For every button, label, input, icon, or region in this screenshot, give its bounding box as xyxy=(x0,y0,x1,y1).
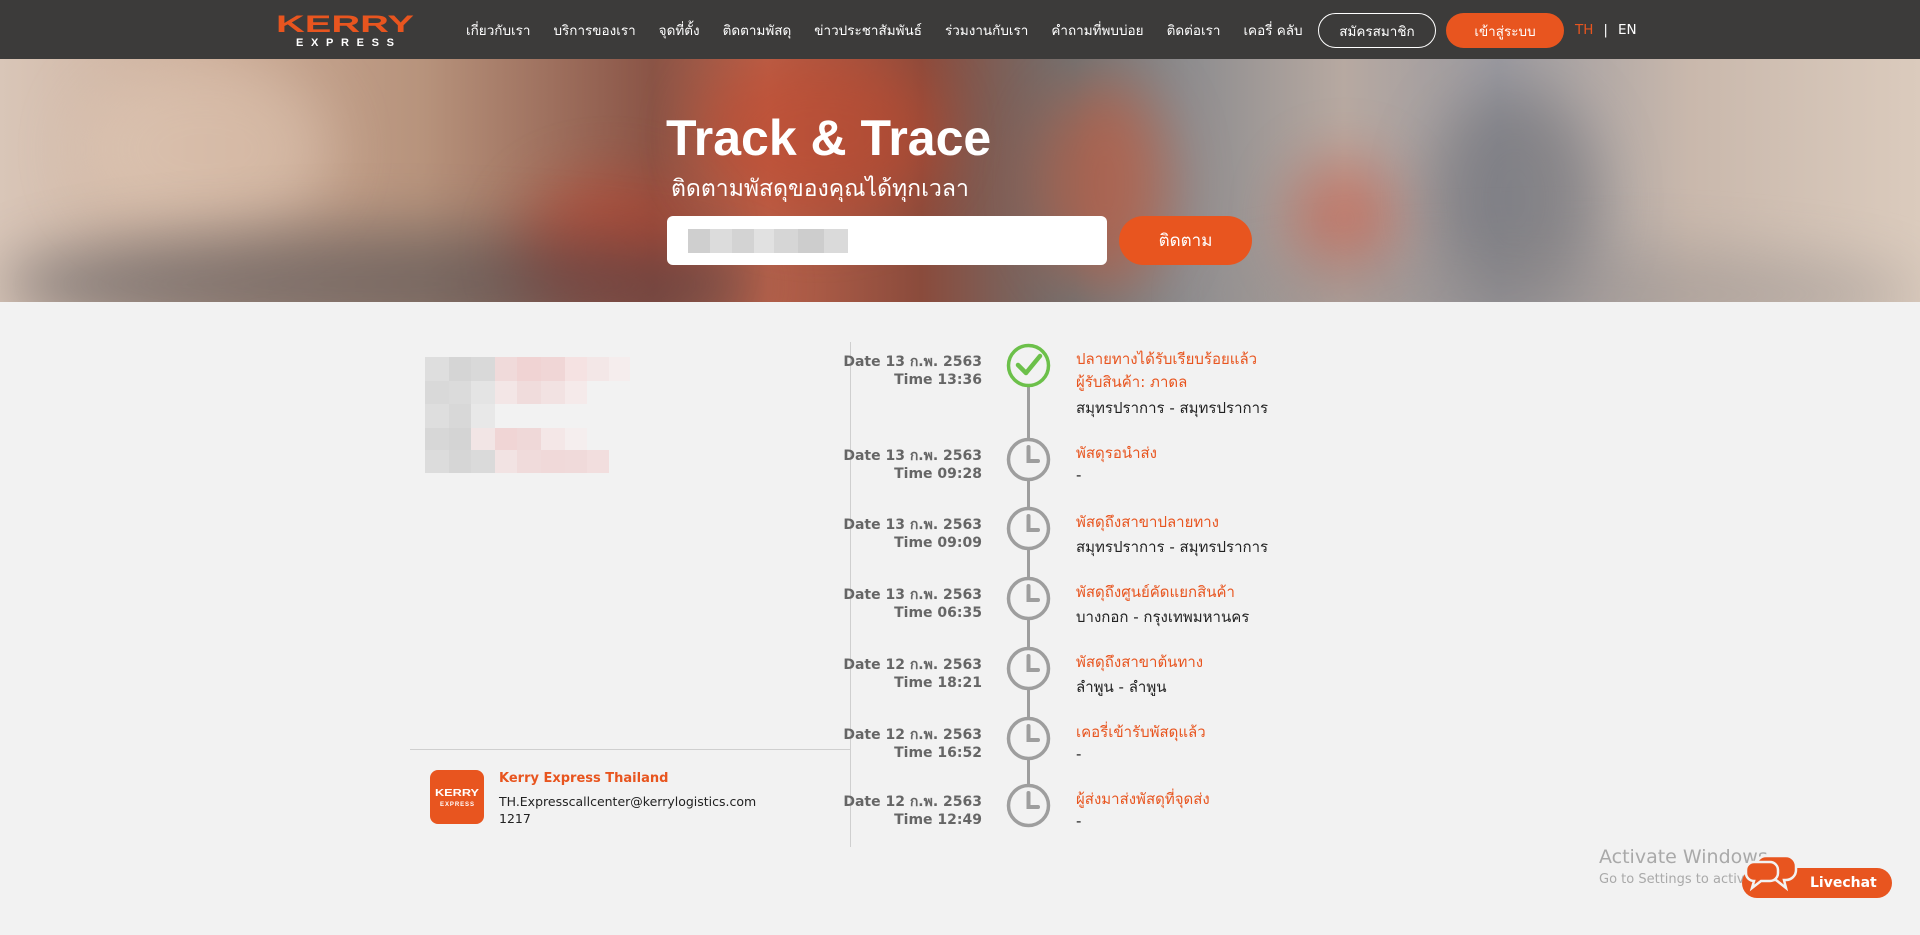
svg-text:EXPRESS: EXPRESS xyxy=(440,802,474,808)
main-nav: เกี่ยวกับเรา บริการของเรา จุดที่ตั้ง ติด… xyxy=(466,0,1326,59)
event-date: Date 13 ก.พ. 2563 xyxy=(843,587,982,603)
event-status: พัสดุถึงศูนย์คัดแยกสินค้า xyxy=(1076,583,1235,601)
event-status: พัสดุรอนำส่ง xyxy=(1076,444,1158,462)
nav-item-contact[interactable]: ติดต่อเรา xyxy=(1167,19,1221,41)
lang-en-link[interactable]: EN xyxy=(1618,22,1637,38)
event-date: Date 13 ก.พ. 2563 xyxy=(843,354,982,370)
event-time: Time 18:21 xyxy=(894,675,982,691)
clock-icon xyxy=(1006,437,1051,482)
event-time: Time 16:52 xyxy=(894,745,982,761)
event-status: พัสดุถึงสาขาปลายทาง xyxy=(1076,513,1220,531)
section-divider xyxy=(410,749,850,750)
check-circle-icon xyxy=(1006,343,1051,388)
event-date: Date 12 ก.พ. 2563 xyxy=(843,727,982,743)
top-navbar: KERRY EXPRESS เกี่ยวกับเรา บริการของเรา … xyxy=(0,0,1920,59)
event-status: เคอรี่เข้ารับพัสดุแล้ว xyxy=(1076,723,1206,741)
event-time: Time 12:49 xyxy=(894,812,982,828)
event-location: สมุทรปราการ - สมุทรปราการ xyxy=(1076,538,1269,556)
company-email[interactable]: TH.Expresscallcenter@kerrylogistics.com xyxy=(499,794,756,809)
chat-bubbles-icon[interactable] xyxy=(1742,852,1800,896)
clock-icon xyxy=(1006,506,1051,551)
lang-th-link[interactable]: TH xyxy=(1575,22,1593,38)
nav-item-about[interactable]: เกี่ยวกับเรา xyxy=(466,19,530,41)
redacted-tracking-number xyxy=(688,229,848,253)
clock-icon xyxy=(1006,646,1051,691)
nav-item-tracking[interactable]: ติดตามพัสดุ xyxy=(723,19,792,41)
clock-icon xyxy=(1006,576,1051,621)
lang-separator: | xyxy=(1603,21,1608,38)
event-status: พัสดุถึงสาขาต้นทาง xyxy=(1076,653,1204,671)
track-button[interactable]: ติดตาม xyxy=(1119,216,1252,265)
company-phone[interactable]: 1217 xyxy=(499,811,531,826)
event-time: Time 06:35 xyxy=(894,605,982,621)
event-time: Time 13:36 xyxy=(894,372,982,388)
kerry-express-logo[interactable]: KERRY EXPRESS xyxy=(276,11,416,49)
svg-text:KERRY: KERRY xyxy=(435,788,479,799)
redacted-shipment-info xyxy=(425,357,630,473)
event-date: Date 12 ก.พ. 2563 xyxy=(843,657,982,673)
event-location: ลำพูน - ลำพูน xyxy=(1076,678,1167,696)
event-status: ปลายทางได้รับเรียบร้อยแล้ว xyxy=(1076,350,1258,368)
clock-icon xyxy=(1006,783,1051,828)
hero-bg-blob xyxy=(80,59,330,239)
event-time: Time 09:28 xyxy=(894,466,982,482)
register-button[interactable]: สมัครสมาชิก xyxy=(1318,13,1436,48)
hero-banner: Track & Trace ติดตามพัสดุของคุณได้ทุกเวล… xyxy=(0,59,1920,302)
logo-express-text: EXPRESS xyxy=(296,37,394,49)
tracking-number-input[interactable] xyxy=(667,216,1107,265)
nav-item-services[interactable]: บริการของเรา xyxy=(553,19,635,41)
event-location: สมุทรปราการ - สมุทรปราการ xyxy=(1076,399,1269,417)
logo-kerry-text: KERRY xyxy=(276,11,414,38)
company-name: Kerry Express Thailand xyxy=(499,771,669,786)
login-button[interactable]: เข้าสู่ระบบ xyxy=(1446,13,1564,48)
nav-item-faq[interactable]: คำถามที่พบบ่อย xyxy=(1051,19,1143,41)
nav-item-careers[interactable]: ร่วมงานกับเรา xyxy=(945,19,1028,41)
event-date: Date 13 ก.พ. 2563 xyxy=(843,448,982,464)
nav-item-locations[interactable]: จุดที่ตั้ง xyxy=(659,19,700,41)
event-date: Date 12 ก.พ. 2563 xyxy=(843,794,982,810)
event-location: - xyxy=(1076,745,1082,763)
nav-item-kerry-club[interactable]: เคอรี่ คลับ xyxy=(1243,19,1302,41)
event-status: ผู้ส่งมาส่งพัสดุที่จุดส่ง xyxy=(1076,790,1210,808)
clock-icon xyxy=(1006,716,1051,761)
event-location: - xyxy=(1076,812,1082,830)
event-location: - xyxy=(1076,466,1082,484)
language-switcher: TH | EN xyxy=(1575,0,1637,59)
event-recipient: ผู้รับสินค้า: ภาดล xyxy=(1076,373,1188,391)
nav-item-news[interactable]: ข่าวประชาสัมพันธ์ xyxy=(814,19,922,41)
event-location: บางกอก - กรุงเทพมหานคร xyxy=(1076,608,1250,626)
hero-title: Track & Trace xyxy=(666,110,992,166)
event-time: Time 09:09 xyxy=(894,535,982,551)
kerry-express-badge-icon: KERRY EXPRESS xyxy=(430,770,484,824)
event-date: Date 13 ก.พ. 2563 xyxy=(843,517,982,533)
hero-subtitle: ติดตามพัสดุของคุณได้ทุกเวลา xyxy=(671,176,969,202)
